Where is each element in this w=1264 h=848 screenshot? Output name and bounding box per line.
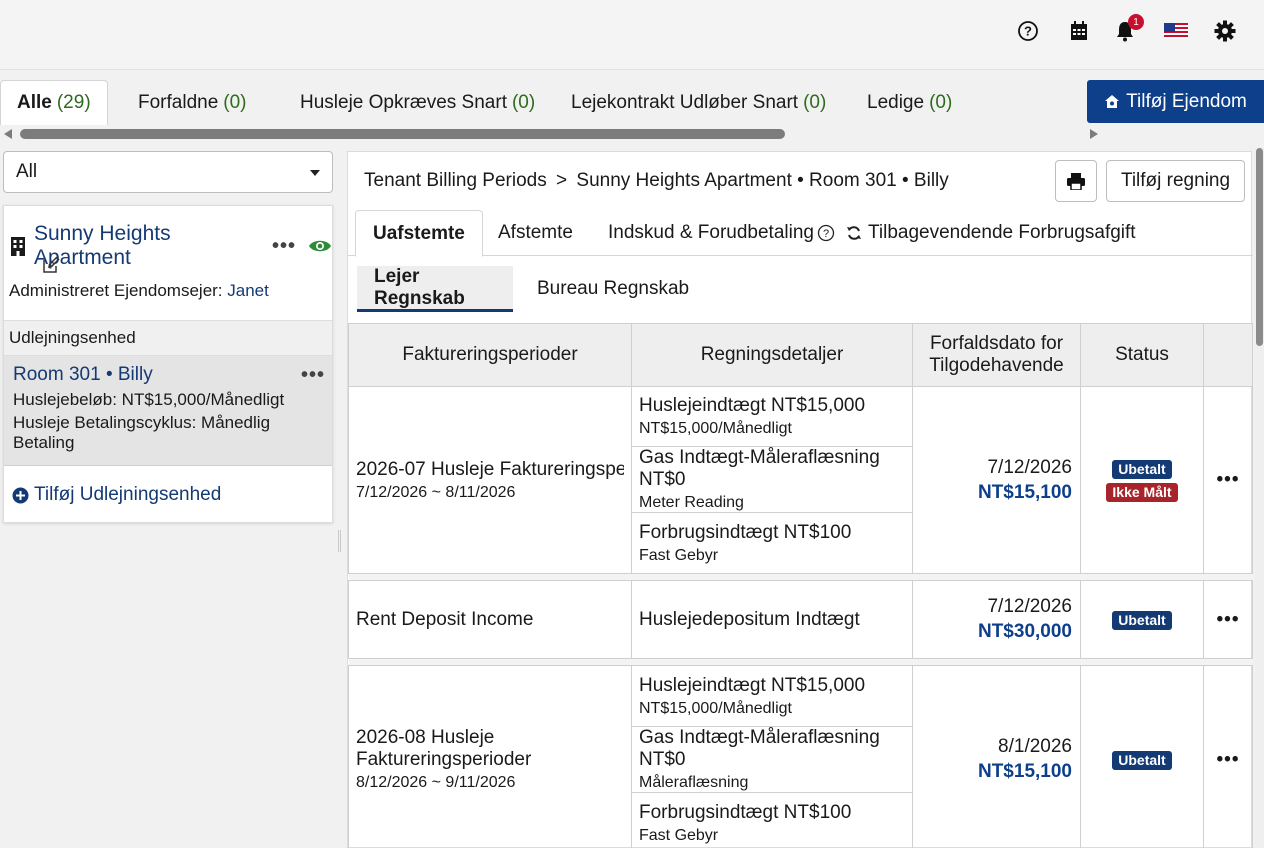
help-icon[interactable]: ? [1015, 18, 1041, 44]
unit-title[interactable]: Room 301 • Billy [13, 364, 153, 386]
owner-line: Administreret Ejendomsejer: Janet [9, 281, 269, 300]
panel-splitter[interactable] [338, 530, 341, 552]
unit-rent: Huslejebeløb: NT$15,000/Månedligt [13, 390, 285, 409]
breadcrumb-current: Sunny Heights Apartment • Room 301 • Bil… [576, 170, 949, 191]
tab-deposit-prepayment[interactable]: Indskud & Forudbetaling ? [608, 210, 835, 256]
billing-period-cell: Rent Deposit Income [348, 580, 632, 659]
gear-icon[interactable] [1212, 18, 1238, 44]
breadcrumb: Tenant Billing Periods > Sunny Heights A… [364, 170, 949, 192]
due-date-cell: 7/12/2026 NT$30,000 [912, 580, 1081, 659]
period-dates: 7/12/2026 ~ 8/11/2026 [356, 483, 516, 501]
breadcrumb-separator: > [556, 170, 568, 191]
add-bill-button[interactable]: Tilføj regning [1106, 160, 1245, 202]
column-header-actions [1203, 323, 1253, 387]
row-more-icon[interactable]: ••• [1203, 580, 1253, 659]
bill-detail-cell: Forbrugsindtægt NT$100 Fast Gebyr [631, 792, 913, 848]
column-header: Regningsdetaljer [631, 323, 913, 387]
column-header: Status [1080, 323, 1204, 387]
bill-detail-cell: Huslejeindtægt NT$15,000 NT$15,000/Måned… [631, 386, 913, 447]
svg-text:?: ? [823, 228, 829, 240]
scrollbar-thumb[interactable] [1256, 148, 1263, 346]
property-filter-select[interactable]: All [3, 151, 333, 193]
tab-vacant[interactable]: Ledige (0) [867, 80, 952, 125]
subtab-tenant-accounting[interactable]: Lejer Regnskab [357, 266, 513, 312]
scrollbar-thumb[interactable] [20, 129, 785, 139]
subtab-bureau-accounting[interactable]: Bureau Regnskab [520, 266, 706, 312]
svg-text:?: ? [1024, 24, 1032, 39]
unit-card[interactable]: Room 301 • Billy ••• Huslejebeløb: NT$15… [4, 356, 332, 466]
billing-period-cell: 2026-07 Husleje Faktureringsperio 7/12/2… [348, 386, 632, 574]
property-card: Sunny Heights Apartment ••• Administrere… [3, 205, 333, 523]
notification-badge: 1 [1128, 14, 1144, 30]
edit-icon[interactable] [42, 256, 60, 274]
due-date-cell: 7/12/2026 NT$15,100 [912, 386, 1081, 574]
owner-name[interactable]: Janet [227, 281, 269, 300]
status-cell: Ubetalt [1080, 665, 1204, 848]
status-cell: Ubetalt Ikke Målt [1080, 386, 1204, 574]
refresh-icon [846, 225, 862, 241]
row-more-icon[interactable]: ••• [1203, 665, 1253, 848]
unit-cycle: Husleje Betalingscyklus: Månedlig Betali… [13, 413, 271, 452]
table-header-row: Faktureringsperioder Regningsdetaljer Fo… [348, 323, 1253, 387]
tab-lease-expiring[interactable]: Lejekontrakt Udløber Snart (0) [571, 80, 826, 125]
unit-section-header: Udlejningsenhed [4, 320, 332, 356]
tab-unreconciled[interactable]: Uafstemte [355, 210, 483, 257]
vertical-scrollbar[interactable] [1255, 148, 1264, 848]
billing-table: Faktureringsperioder Regningsdetaljer Fo… [348, 323, 1253, 848]
property-filter-tabs: Alle (29) Forfaldne (0) Husleje Opkræves S… [0, 80, 1264, 125]
row-gap [348, 658, 1253, 666]
bill-detail-cell: Gas Indtægt-Måleraflæsning NT$0 Målerafl… [631, 726, 913, 793]
add-unit-button[interactable]: Tilføj Udlejningsenhed [12, 484, 221, 506]
column-header: Faktureringsperioder [348, 323, 632, 387]
plus-circle-icon [12, 487, 29, 504]
calendar-icon[interactable] [1066, 18, 1092, 44]
status-badge: Ubetalt [1112, 459, 1172, 479]
caret-down-icon [310, 170, 320, 176]
help-circle-icon[interactable]: ? [817, 224, 835, 242]
building-icon [10, 236, 26, 256]
breadcrumb-root[interactable]: Tenant Billing Periods [364, 170, 547, 191]
eye-icon[interactable] [308, 238, 332, 254]
period-title[interactable]: 2026-07 Husleje Faktureringsperio [356, 459, 624, 481]
period-title[interactable]: Rent Deposit Income [356, 609, 624, 631]
tab-rent-due-soon[interactable]: Husleje Opkræves Snart (0) [300, 80, 535, 125]
row-gap [348, 573, 1253, 581]
row-more-icon[interactable]: ••• [1203, 386, 1253, 574]
tab-reconciled[interactable]: Afstemte [498, 210, 573, 256]
due-date-cell: 8/1/2026 NT$15,100 [912, 665, 1081, 848]
billing-period-cell: 2026-08 Husleje Faktureringsperioder 8/1… [348, 665, 632, 848]
bill-detail-cell: Forbrugsindtægt NT$100 Fast Gebyr [631, 512, 913, 574]
period-title[interactable]: 2026-08 Husleje Faktureringsperioder [356, 727, 546, 771]
property-more-icon[interactable]: ••• [272, 235, 296, 258]
table-row: Rent Deposit Income Huslejedepositum Ind… [348, 580, 1253, 659]
period-dates: 8/12/2026 ~ 9/11/2026 [356, 774, 516, 791]
table-row: 2026-07 Husleje Faktureringsperio 7/12/2… [348, 386, 1253, 574]
property-name[interactable]: Sunny Heights Apartment [34, 222, 260, 270]
home-icon [1104, 94, 1120, 109]
add-property-button[interactable]: Tilføj Ejendom [1087, 80, 1264, 123]
status-cell: Ubetalt [1080, 580, 1204, 659]
bell-icon[interactable]: 1 [1112, 14, 1144, 44]
status-badge: Ikke Målt [1106, 482, 1178, 502]
reconciliation-tabs: Uafstemte Afstemte Indskud & Forudbetali… [348, 210, 1253, 257]
tab-overdue[interactable]: Forfaldne (0) [138, 80, 247, 125]
table-row: 2026-08 Husleje Faktureringsperioder 8/1… [348, 665, 1253, 848]
bill-detail-cell: Gas Indtægt-Måleraflæsning NT$0 Meter Re… [631, 446, 913, 513]
bill-detail-cell: Huslejedepositum Indtægt [631, 580, 913, 659]
horizontal-scrollbar[interactable] [0, 126, 1100, 142]
tab-recurring-utility[interactable]: Tilbagevendende Forbrugsafgift [846, 210, 1136, 256]
print-button[interactable] [1055, 160, 1097, 202]
unit-more-icon[interactable]: ••• [301, 364, 325, 387]
billing-periods-panel: Tenant Billing Periods > Sunny Heights A… [347, 151, 1253, 848]
status-badge: Ubetalt [1112, 750, 1172, 770]
top-bar: ? 1 [0, 0, 1264, 70]
scroll-left-arrow-icon[interactable] [4, 129, 12, 139]
column-header: Forfaldsdato for Tilgodehavende [912, 323, 1081, 387]
printer-icon [1067, 172, 1085, 190]
tab-all[interactable]: Alle (29) [0, 80, 108, 125]
status-badge: Ubetalt [1112, 610, 1172, 630]
bill-detail-cell: Huslejeindtægt NT$15,000 NT$15,000/Måned… [631, 665, 913, 727]
us-flag-icon[interactable] [1163, 18, 1189, 44]
scroll-right-arrow-icon[interactable] [1090, 129, 1098, 139]
